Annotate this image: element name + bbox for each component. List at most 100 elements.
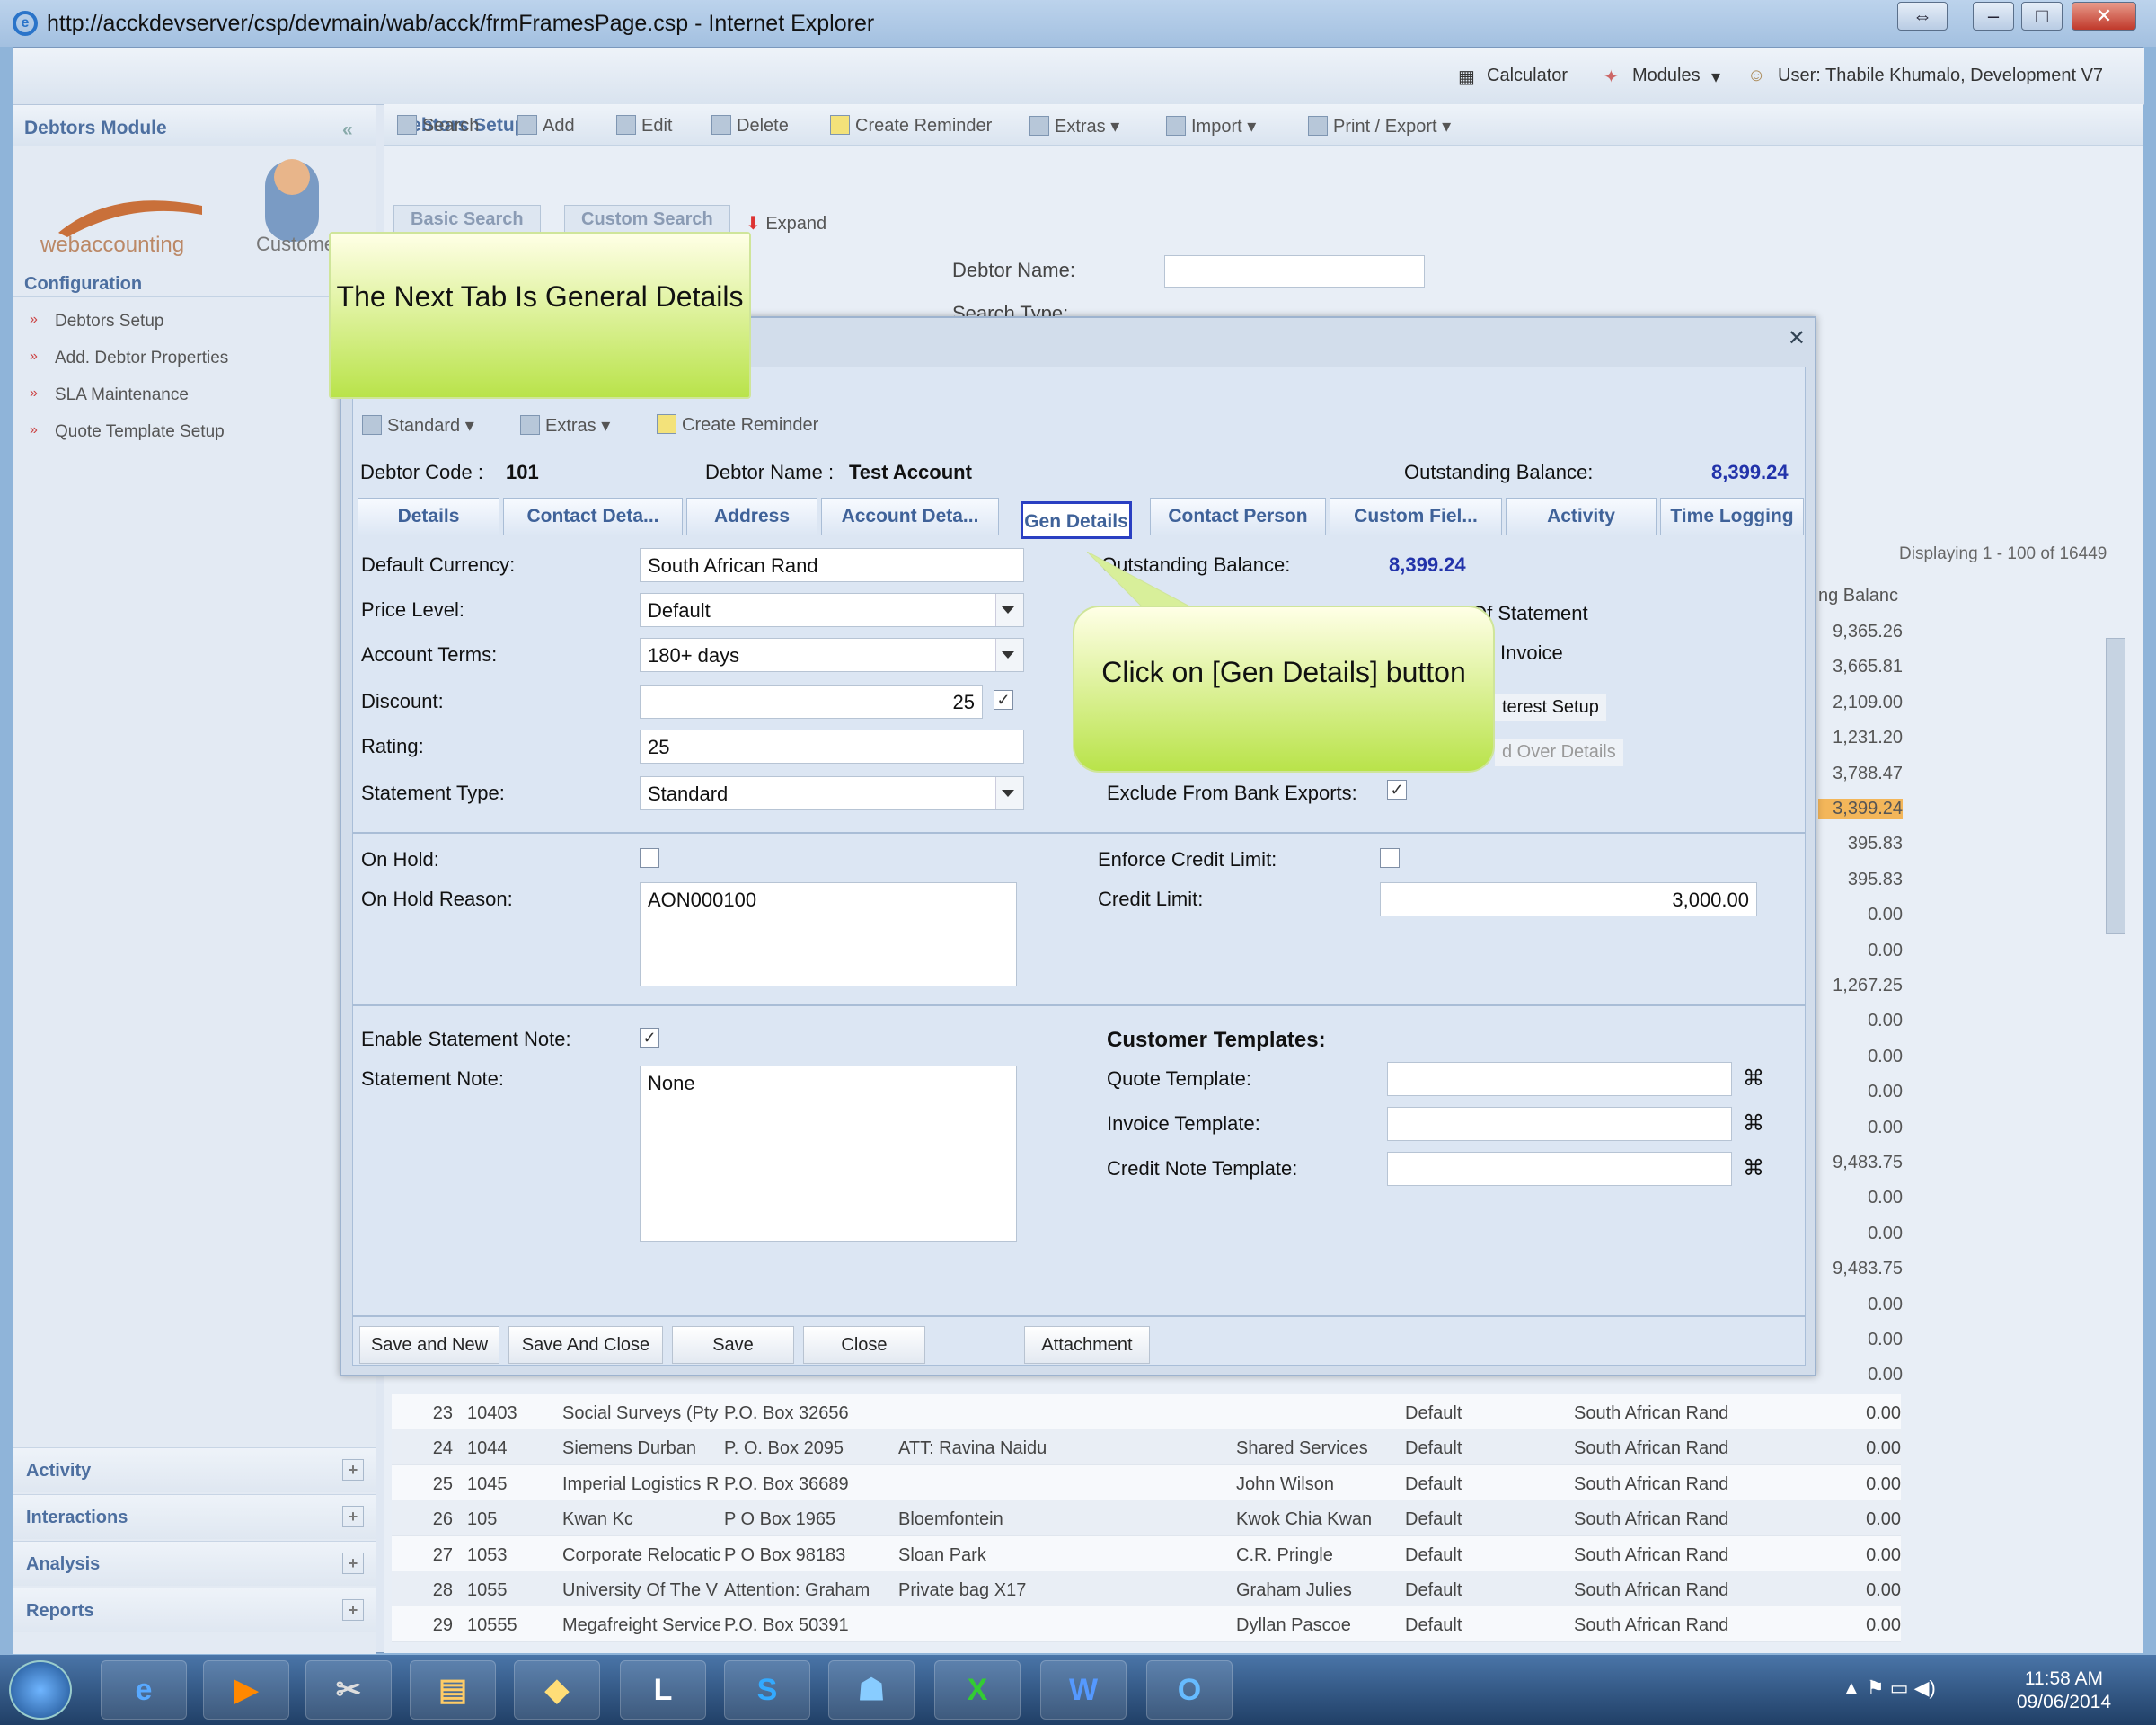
import-menu[interactable]: Import ▾ (1166, 115, 1256, 137)
lync-icon[interactable]: L (620, 1660, 706, 1720)
table-row[interactable]: 24 1044 Siemens Durban P. O. Box 2095 ATT: R… (392, 1429, 1901, 1466)
clock[interactable]: 11:58 AM 09/06/2014 (2017, 1668, 2111, 1714)
edit-button[interactable]: Edit (616, 115, 672, 137)
delete-button[interactable]: Delete (711, 115, 789, 137)
price-level-select[interactable]: Default (640, 593, 1024, 627)
discount-input[interactable]: 25 (640, 685, 983, 719)
enforce-credit-limit-checkbox[interactable] (1380, 848, 1400, 868)
minimize-button[interactable]: – (1973, 2, 2014, 31)
notes-icon[interactable]: ◆ (514, 1660, 600, 1720)
tab-activity[interactable]: Activity (1506, 498, 1657, 535)
close-icon[interactable]: ✕ (1788, 325, 1806, 351)
tab-custom-fields[interactable]: Custom Fiel... (1330, 498, 1502, 535)
accordion-interactions[interactable]: Interactions + (13, 1494, 376, 1539)
credit-note-template-input[interactable] (1387, 1152, 1732, 1186)
statement-note-input[interactable]: None (640, 1066, 1017, 1242)
rating-input[interactable]: 25 (640, 730, 1024, 764)
maximize-button[interactable]: □ (2021, 2, 2063, 31)
hand-over-details-button[interactable]: d Over Details (1495, 739, 1623, 766)
accordion-reports[interactable]: Reports + (13, 1588, 376, 1632)
exclude-bank-exports-checkbox[interactable]: ✓ (1387, 780, 1407, 800)
tab-contact-person[interactable]: Contact Person (1150, 498, 1326, 535)
table-row[interactable]: 29 10555 Megafreight Service P.O. Box 50391… (392, 1606, 1901, 1643)
save-button[interactable]: Save (672, 1326, 794, 1364)
restore-arrows-icon[interactable]: ⇔ (1897, 2, 1948, 31)
save-and-close-button[interactable]: Save And Close (508, 1326, 663, 1364)
standard-menu[interactable]: Standard ▾ (362, 414, 474, 437)
debtor-name-input[interactable] (1164, 255, 1425, 288)
balance-cell: 0.00 (1868, 1294, 1903, 1314)
scrollbar[interactable] (2106, 638, 2125, 934)
tab-details[interactable]: Details (358, 498, 499, 535)
lookup-icon[interactable]: ⌘ (1743, 1110, 1764, 1137)
discount-checkbox[interactable]: ✓ (994, 690, 1013, 710)
lookup-icon[interactable]: ⌘ (1743, 1066, 1764, 1092)
plus-icon[interactable]: + (342, 1459, 364, 1481)
dialog-extras-menu[interactable]: Extras ▾ (520, 414, 610, 437)
tab-account-details[interactable]: Account Deta... (821, 498, 999, 535)
nav-quote-template-setup[interactable]: » Quote Template Setup (22, 415, 364, 447)
enable-statement-note-checkbox[interactable]: ✓ (640, 1028, 659, 1048)
expand-button[interactable]: ⬇ Expand (746, 212, 826, 234)
plus-icon[interactable]: + (342, 1552, 364, 1574)
credit-limit-input[interactable]: 3,000.00 (1380, 882, 1757, 916)
tab-gen-details[interactable]: Gen Details (1021, 501, 1132, 539)
plus-icon[interactable]: + (342, 1506, 364, 1527)
cell-bal: 0.00 (1866, 1438, 1901, 1459)
explorer-icon[interactable]: ▤ (410, 1660, 496, 1720)
modules-menu[interactable]: Modules (1632, 66, 1701, 86)
table-row[interactable]: 23 10403 Social Surveys (Pty P.O. Box 32656… (392, 1394, 1901, 1430)
close-window-button[interactable]: ✕ (2072, 2, 2136, 31)
ie-taskbar-icon[interactable]: e (101, 1660, 187, 1720)
table-row[interactable]: 26 105 Kwan Kc P O Box 1965 Bloemfontein Kwok… (392, 1500, 1901, 1537)
search-button[interactable]: Search (397, 115, 479, 137)
tab-address[interactable]: Address (686, 498, 817, 535)
skype-icon[interactable]: S (724, 1660, 810, 1720)
plus-icon[interactable]: + (342, 1599, 364, 1621)
extras-menu[interactable]: Extras ▾ (1029, 115, 1119, 137)
create-reminder-button[interactable]: Create Reminder (830, 115, 992, 137)
start-button[interactable] (9, 1660, 72, 1720)
tab-time-logging[interactable]: Time Logging (1660, 498, 1804, 535)
collapse-icon[interactable]: « (342, 119, 353, 141)
invoice-template-input[interactable] (1387, 1107, 1732, 1141)
accordion-analysis[interactable]: Analysis + (13, 1541, 376, 1586)
calculator-link[interactable]: Calculator (1487, 66, 1568, 86)
tab-custom-search[interactable]: Custom Search (564, 205, 730, 234)
accordion-activity[interactable]: Activity + (13, 1447, 376, 1492)
quote-template-input[interactable] (1387, 1062, 1732, 1096)
snipping-tool-icon[interactable]: ✂ (305, 1660, 392, 1720)
lookup-icon[interactable]: ⌘ (1743, 1155, 1764, 1181)
on-hold-checkbox[interactable] (640, 848, 659, 868)
word-icon[interactable]: W (1040, 1660, 1127, 1720)
interest-setup-button[interactable]: terest Setup (1495, 694, 1606, 721)
nav-sla-maintenance[interactable]: » SLA Maintenance (22, 378, 364, 411)
table-row[interactable]: 27 1053 Corporate Relocatic P O Box 98183 Sl… (392, 1535, 1901, 1572)
tray-icons[interactable]: ▲ ⚑ ▭ ◀) (1842, 1676, 1936, 1700)
cell-bal: 0.00 (1866, 1403, 1901, 1423)
table-row[interactable]: 28 1055 University Of The V Attention: Grah… (392, 1571, 1901, 1607)
tab-basic-search[interactable]: Basic Search (393, 205, 541, 234)
excel-icon[interactable]: X (934, 1660, 1021, 1720)
default-currency-input[interactable]: South African Rand (640, 548, 1024, 582)
media-player-icon[interactable]: ▶ (203, 1660, 289, 1720)
close-button[interactable]: Close (803, 1326, 925, 1364)
invoice-option[interactable]: Invoice (1500, 641, 1563, 665)
on-hold-reason-input[interactable]: AON000100 (640, 882, 1017, 986)
outlook-icon[interactable]: O (1146, 1660, 1233, 1720)
table-row[interactable]: 25 1045 Imperial Logistics R P.O. Box 36689… (392, 1464, 1901, 1501)
cell-bal: 0.00 (1866, 1509, 1901, 1530)
attachment-button[interactable]: Attachment (1024, 1326, 1150, 1364)
nav-add-debtor-properties[interactable]: » Add. Debtor Properties (22, 341, 364, 374)
print-export-menu[interactable]: Print / Export ▾ (1308, 115, 1451, 137)
add-button[interactable]: Add (517, 115, 575, 137)
calculator-icon[interactable]: ▦ (1458, 66, 1475, 88)
save-and-new-button[interactable]: Save and New (359, 1326, 499, 1364)
statement-type-select[interactable]: Standard (640, 776, 1024, 810)
dialog-create-reminder[interactable]: Create Reminder (657, 414, 818, 436)
users-icon[interactable]: ☗ (828, 1660, 915, 1720)
user-menu[interactable]: User: Thabile Khumalo, Development V7 (1778, 66, 2103, 86)
account-terms-select[interactable]: 180+ days (640, 638, 1024, 672)
nav-debtors-setup[interactable]: » Debtors Setup (22, 305, 364, 337)
tab-contact-details[interactable]: Contact Deta... (503, 498, 683, 535)
